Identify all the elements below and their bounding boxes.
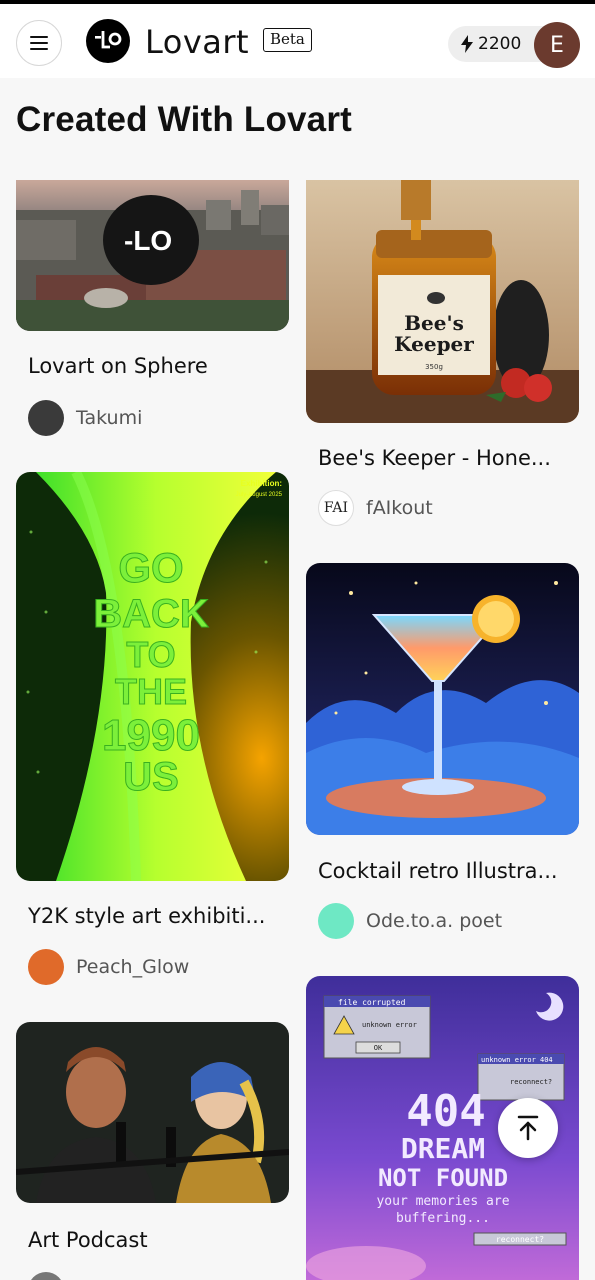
dialog2-title: unknown error 404	[481, 1056, 553, 1064]
menu-button[interactable]	[16, 20, 62, 66]
image-dream: DREAM	[401, 1132, 485, 1165]
author-avatar	[28, 1272, 64, 1280]
arrow-up-to-top-icon	[517, 1115, 539, 1141]
author-name: fAIkout	[366, 497, 433, 519]
honey-weight: 350g	[425, 363, 443, 371]
svg-text:THE: THE	[115, 671, 187, 712]
card-image[interactable]	[16, 1022, 289, 1203]
reconnect-bar: reconnect?	[496, 1235, 544, 1244]
app-header: Lovart Beta 2200 E	[0, 4, 595, 78]
card-author[interactable]: FAI fAIkout	[318, 490, 433, 526]
user-avatar[interactable]: E	[534, 22, 580, 68]
author-avatar	[28, 949, 64, 985]
dialog1-ok: OK	[374, 1044, 383, 1052]
svg-text:GO: GO	[118, 544, 183, 591]
svg-text:-LO: -LO	[124, 225, 172, 256]
gallery-card[interactable]: -LO Lovart on Sphere Takumi	[16, 180, 289, 450]
dialog2-message: reconnect?	[510, 1078, 552, 1086]
image-memories: your memories are	[376, 1194, 509, 1209]
svg-text:TO: TO	[126, 634, 175, 675]
brand-name[interactable]: Lovart	[145, 20, 249, 64]
image-404: 404	[406, 1086, 485, 1137]
gallery-card[interactable]: Cocktail retro Illustra... Ode.to.a. poe…	[306, 563, 579, 963]
exhibition-dates: July-August 2025	[236, 492, 283, 498]
lovart-logo-icon[interactable]	[86, 19, 130, 63]
card-image[interactable]	[306, 563, 579, 835]
card-author[interactable]: Takumi	[28, 400, 142, 436]
card-author[interactable]: Ode.to.a. poet	[318, 903, 502, 939]
lightning-bolt-icon	[461, 35, 473, 53]
dialog1-message: unknown error	[362, 1021, 417, 1029]
scroll-to-top-button[interactable]	[498, 1098, 558, 1158]
card-title[interactable]: Bee's Keeper - Hone...	[318, 446, 573, 470]
card-title[interactable]: Lovart on Sphere	[28, 354, 283, 378]
card-title[interactable]: Cocktail retro Illustra...	[318, 859, 573, 883]
card-image[interactable]: Bee's Keeper 350g	[306, 180, 579, 423]
gallery-card[interactable]: GO BACK TO THE 1990 US Exhibition: July-…	[16, 472, 289, 992]
author-avatar: FAI	[318, 490, 354, 526]
svg-text:1990: 1990	[102, 711, 200, 760]
dialog1-title: file corrupted	[338, 998, 406, 1007]
card-author[interactable]: Peach_Glow	[28, 949, 189, 985]
card-title[interactable]: Y2K style art exhibiti...	[28, 904, 283, 928]
svg-text:US: US	[123, 755, 179, 799]
gallery-card[interactable]: Bee's Keeper 350g Bee's Keeper - Hone...…	[306, 180, 579, 540]
beta-badge: Beta	[263, 28, 312, 52]
card-image[interactable]: -LO	[16, 180, 289, 331]
credits-count: 2200	[478, 34, 522, 54]
card-title[interactable]: Art Podcast	[28, 1228, 283, 1252]
author-avatar	[318, 903, 354, 939]
honey-label-line2: Keeper	[394, 332, 474, 356]
image-not-found: NOT FOUND	[378, 1164, 508, 1192]
author-name: Peach_Glow	[76, 956, 190, 978]
image-buffering: buffering...	[396, 1211, 490, 1226]
svg-text:BACK: BACK	[93, 592, 209, 636]
card-author[interactable]	[28, 1272, 64, 1280]
gallery-card[interactable]: Art Podcast	[16, 1022, 289, 1280]
exhibition-label: Exhibition:	[241, 479, 282, 488]
page-title: Created With Lovart	[16, 100, 353, 139]
author-name: Ode.to.a. poet	[366, 910, 503, 932]
hamburger-menu-icon	[30, 36, 48, 50]
author-avatar	[28, 400, 64, 436]
card-image[interactable]: GO BACK TO THE 1990 US Exhibition: July-…	[16, 472, 289, 881]
author-name: Takumi	[76, 407, 143, 429]
